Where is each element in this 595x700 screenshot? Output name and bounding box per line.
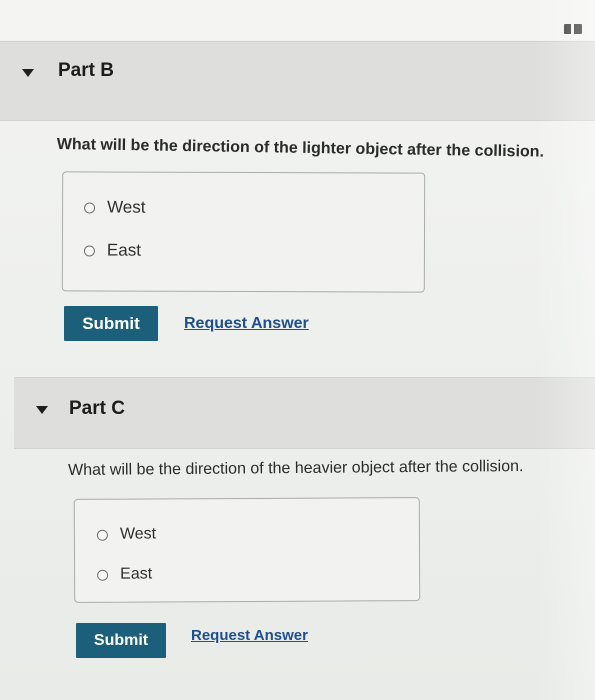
part-b-submit-button[interactable]: Submit — [64, 306, 158, 341]
part-c-options: West East — [73, 497, 421, 603]
option-label: West — [119, 525, 157, 543]
part-c-option-east[interactable]: East — [97, 565, 152, 583]
part-c-option-west[interactable]: West — [96, 525, 157, 543]
part-b-option-west[interactable]: West — [84, 197, 146, 217]
part-c-submit-button[interactable]: Submit — [76, 623, 166, 658]
part-c-question: What will be the direction of the heavie… — [68, 458, 524, 479]
top-strip — [0, 0, 595, 40]
part-b-options: West East — [61, 171, 426, 293]
radio-button-icon[interactable] — [97, 569, 109, 581]
collapse-caret-icon[interactable] — [36, 406, 48, 414]
part-b-header[interactable]: Part B — [0, 41, 595, 121]
part-b-request-answer-link[interactable]: Request Answer — [184, 315, 309, 333]
option-label: East — [106, 240, 142, 260]
book-icon[interactable] — [564, 24, 582, 34]
part-b-question: What will be the direction of the lighte… — [56, 136, 545, 161]
radio-button-icon[interactable] — [83, 244, 95, 256]
radio-button-icon[interactable] — [96, 529, 108, 541]
part-b-title: Part B — [58, 60, 114, 81]
option-label: East — [120, 565, 153, 583]
part-c-header[interactable]: Part C — [14, 377, 595, 449]
part-b-option-east[interactable]: East — [83, 240, 142, 260]
radio-button-icon[interactable] — [84, 201, 96, 213]
option-label: West — [107, 197, 146, 217]
part-c-request-answer-link[interactable]: Request Answer — [191, 627, 308, 644]
quiz-page: Part B What will be the direction of the… — [0, 0, 595, 700]
collapse-caret-icon[interactable] — [22, 69, 34, 77]
part-c-title: Part C — [69, 398, 125, 419]
